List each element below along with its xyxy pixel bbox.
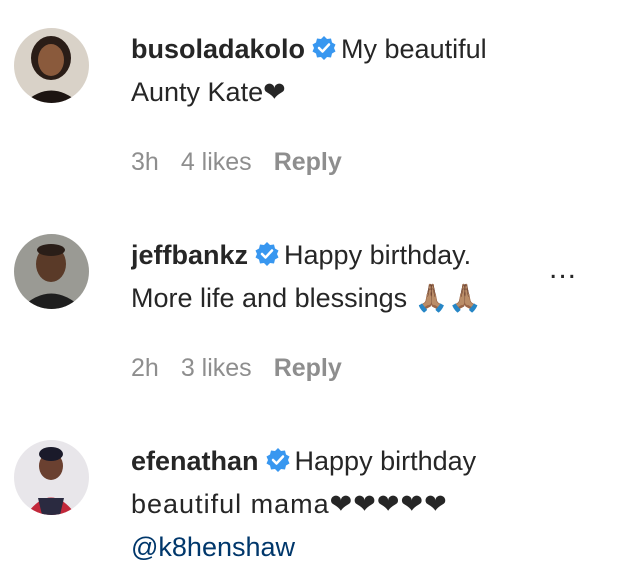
more-options-icon[interactable]: ... [549,252,577,286]
comment-likes[interactable]: 3 likes [181,354,252,382]
reply-button[interactable]: Reply [274,354,342,382]
comment-time: 2h [131,354,159,382]
avatar[interactable] [14,234,89,309]
verified-badge-icon [265,447,291,473]
reply-button[interactable]: Reply [274,148,342,176]
avatar[interactable] [14,28,89,103]
comment-username[interactable]: busoladakolo [131,34,305,64]
comment-likes[interactable]: 4 likes [181,148,252,176]
comment-meta: 3h 4 likes Reply [131,148,364,177]
comment-time: 3h [131,148,159,176]
verified-badge-icon [311,35,337,61]
avatar[interactable] [14,440,89,515]
comment-text: Happy birthday [294,446,477,476]
comment-username[interactable]: efenathan [131,446,259,476]
comment-text-line2: Aunty Kate❤ [131,77,286,107]
comment-text: My beautiful [341,34,487,64]
comment-text-line2: beautiful mama❤❤❤❤❤ [131,489,448,519]
comment-username[interactable]: jeffbankz [131,240,248,270]
comment-text: Happy birthday. [284,240,472,270]
comment-first-line: jeffbankz Happy birthday. [131,234,561,277]
mention-link[interactable]: @k8henshaw [131,526,601,569]
comment-meta: 2h 3 likes Reply [131,354,364,383]
verified-badge-icon [254,241,280,267]
comment-text-line2: More life and blessings 🙏🏽🙏🏽 [131,283,482,313]
